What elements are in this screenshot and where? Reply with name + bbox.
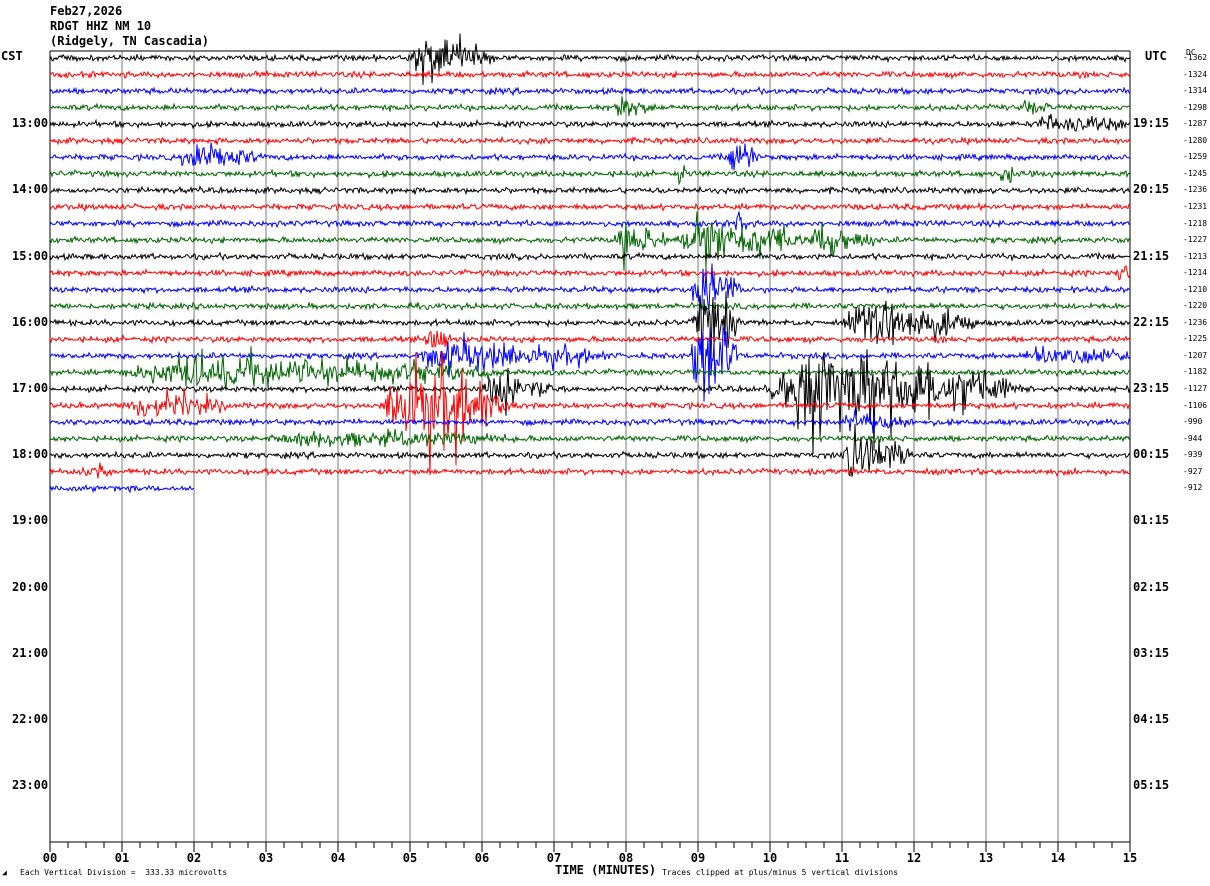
- left-hour-label: 15:00: [12, 248, 49, 263]
- trace-green: [49, 211, 1131, 271]
- left-hour-label: 23:00: [12, 778, 49, 793]
- trace-red: [49, 265, 1131, 281]
- x-tick-label: 00: [43, 851, 57, 865]
- trace-blue: [49, 211, 1131, 231]
- dc-offset-label: -1225: [1183, 334, 1208, 344]
- left-hour-label: 18:00: [12, 447, 49, 462]
- dc-offset-label: -927: [1183, 466, 1203, 476]
- x-tick-label: 11: [835, 851, 849, 865]
- x-tick-label: 15: [1123, 851, 1137, 865]
- dc-offset-label: -1280: [1183, 135, 1208, 145]
- dc-offset-label: -912: [1183, 483, 1203, 493]
- trace-black: [49, 251, 1131, 262]
- header-location: (Ridgely, TN Cascadia): [50, 34, 209, 48]
- footer-clip-note: Traces clipped at plus/minus 5 vertical …: [662, 868, 899, 877]
- left-timezone-label: CST: [1, 49, 23, 63]
- x-axis-label: TIME (MINUTES): [555, 863, 657, 877]
- dc-offset-label: -1236: [1183, 185, 1208, 195]
- dc-offset-label: -1227: [1183, 235, 1208, 245]
- dc-offset-label: -1259: [1183, 152, 1208, 162]
- right-hour-label: 23:15: [1133, 381, 1170, 395]
- x-tick-label: 05: [403, 851, 417, 865]
- trace-red: [49, 135, 1131, 147]
- trace-red: [49, 330, 1131, 349]
- dc-offset-label: -1245: [1183, 168, 1208, 178]
- dc-offset-label: -1106: [1183, 400, 1208, 410]
- trace-blue: [49, 142, 1131, 171]
- x-tick-label: 13: [979, 851, 993, 865]
- dc-offset-label: -1214: [1183, 268, 1208, 278]
- header-date: Feb27,2026: [50, 4, 123, 18]
- right-hour-label: 04:15: [1133, 712, 1170, 726]
- dc-offset-label: -1207: [1183, 350, 1208, 360]
- footer-corner-mark: ◢: [2, 868, 7, 877]
- helicorder-plot: 00 01 02 03 04 05 06 07 08 09 10 11 12 13 14 15: [43, 33, 1137, 865]
- x-tick-label: 10: [763, 851, 777, 865]
- x-tick-label: 06: [475, 851, 489, 865]
- x-tick-label: 12: [907, 851, 921, 865]
- dc-offset-label: -1298: [1183, 102, 1208, 112]
- dc-offset-label: -1287: [1183, 119, 1208, 129]
- trace-black: [49, 33, 1131, 85]
- right-hour-label: 02:15: [1133, 579, 1170, 594]
- trace-green: [49, 301, 1131, 312]
- left-hour-label: 16:00: [12, 314, 49, 329]
- seismic-traces: [49, 33, 1131, 494]
- header-station: RDGT HHZ NM 10: [50, 19, 152, 33]
- dc-offset-label: -944: [1183, 433, 1203, 443]
- plot-grid: [49, 50, 1131, 843]
- x-tick-label: 02: [187, 851, 201, 865]
- left-hour-label: 19:00: [12, 513, 49, 528]
- dc-offset-label: -1362: [1183, 53, 1208, 62]
- trace-black: [49, 423, 1131, 477]
- left-hour-label: 13:00: [12, 116, 49, 131]
- right-hour-label: 19:15: [1133, 116, 1170, 131]
- right-hour-label: 01:15: [1133, 513, 1170, 528]
- right-timezone-label: UTC: [1145, 49, 1167, 63]
- left-hour-label: 17:00: [12, 381, 49, 395]
- left-hour-label: 20:00: [12, 579, 49, 594]
- x-tick-label: 09: [691, 851, 705, 865]
- trace-red: [49, 201, 1131, 213]
- trace-green: [49, 165, 1131, 186]
- trace-blue: [49, 409, 1131, 434]
- right-hour-label: 22:15: [1133, 314, 1170, 329]
- trace-green: [49, 428, 1131, 448]
- dc-offset-label: -939: [1183, 450, 1203, 460]
- x-tick-label: 04: [331, 851, 345, 865]
- right-hour-label: 21:15: [1133, 248, 1170, 263]
- dc-offset-label: -1314: [1183, 86, 1208, 96]
- dc-offset-label: -1182: [1183, 367, 1208, 377]
- dc-offset-label: -990: [1183, 417, 1203, 427]
- trace-red: [49, 462, 1131, 479]
- right-hour-label: 03:15: [1133, 645, 1170, 660]
- x-tick-label: 14: [1051, 851, 1065, 865]
- left-hour-label: 21:00: [12, 645, 49, 660]
- footer-scale-note: Each Vertical Division = 333.33 microvol…: [20, 868, 228, 877]
- left-hour-label: 14:00: [12, 182, 49, 197]
- right-hour-label: 00:15: [1133, 447, 1170, 462]
- x-tick-label: 03: [259, 851, 273, 865]
- dc-offset-label: -1220: [1183, 301, 1208, 311]
- dc-offset-label: -1236: [1183, 317, 1208, 327]
- dc-offset-label: -1210: [1183, 284, 1208, 294]
- dc-offset-label: -1324: [1183, 69, 1208, 79]
- dc-offset-label: -1127: [1183, 384, 1208, 393]
- right-hour-label: 05:15: [1133, 778, 1170, 793]
- dc-offset-label: -1218: [1183, 218, 1208, 228]
- x-tick-label: 01: [115, 851, 129, 865]
- trace-green: [49, 96, 1131, 117]
- right-hour-label: 20:15: [1133, 182, 1170, 197]
- dc-offset-label: -1231: [1183, 201, 1208, 211]
- time-axis: 00 01 02 03 04 05 06 07 08 09 10 11 12 13 14 15: [43, 842, 1137, 865]
- left-hour-label: 22:00: [12, 712, 49, 726]
- trace-red: [49, 69, 1131, 80]
- dc-offset-label: -1213: [1183, 251, 1208, 261]
- trace-black: [49, 184, 1131, 196]
- trace-black: [49, 113, 1131, 132]
- trace-blue: [49, 85, 1131, 97]
